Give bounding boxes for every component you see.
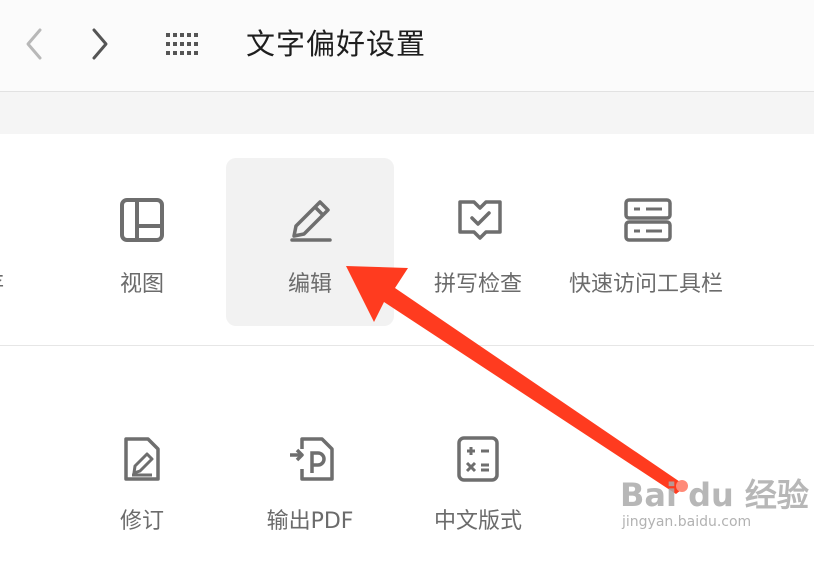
pref-quick-access-toolbar[interactable]: 快速访问工具栏	[562, 158, 730, 326]
chevron-left-icon	[26, 28, 42, 60]
pref-spellcheck[interactable]: 拼写检查	[394, 158, 562, 326]
baidu-jingyan-watermark: Bai du 经验 jingyan.baidu.com	[620, 470, 810, 540]
view-icon	[120, 198, 164, 242]
app-grid-icon	[166, 33, 198, 55]
pref-view[interactable]: 视图	[58, 158, 226, 326]
show-all-button[interactable]	[164, 31, 200, 57]
export-pdf-icon	[290, 437, 334, 481]
watermark-url: jingyan.baidu.com	[622, 514, 752, 530]
section-divider	[0, 345, 814, 346]
forward-button[interactable]	[84, 26, 114, 62]
pref-quick-access-label: 快速访问工具栏	[568, 272, 723, 297]
pref-chinese-layout[interactable]: 中文版式	[394, 395, 562, 563]
title-bar: 文字偏好设置	[0, 0, 814, 92]
pref-edit[interactable]: 编辑	[226, 158, 394, 326]
pencil-icon	[290, 200, 332, 242]
pref-chinese-layout-label: 中文版式	[433, 509, 522, 534]
toolbar-icon	[624, 198, 672, 242]
revision-icon	[124, 437, 160, 481]
back-button[interactable]	[20, 26, 50, 62]
chevron-right-icon	[92, 28, 108, 60]
pref-save[interactable]: 保存	[0, 158, 66, 326]
window-title: 文字偏好设置	[246, 27, 427, 61]
pref-export-pdf[interactable]: 输出PDF	[226, 395, 394, 563]
chinese-layout-icon	[457, 436, 499, 482]
spellcheck-icon	[458, 200, 502, 240]
pref-revision[interactable]: 修订	[58, 395, 226, 563]
watermark-logo: Bai du 经验	[620, 476, 809, 514]
toolbar-band	[0, 92, 814, 134]
